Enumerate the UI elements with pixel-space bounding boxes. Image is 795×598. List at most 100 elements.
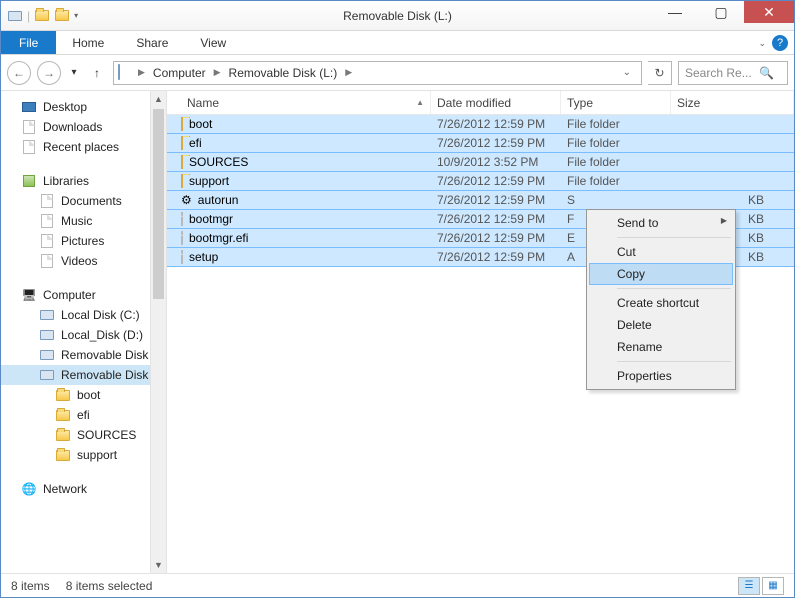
file-row[interactable]: efi7/26/2012 12:59 PMFile folder xyxy=(167,133,794,153)
view-details-button[interactable]: ☰ xyxy=(738,577,760,595)
file-date: 7/26/2012 12:59 PM xyxy=(431,117,561,131)
scroll-down-icon[interactable]: ▼ xyxy=(151,557,166,573)
menu-item-copy[interactable]: Copy xyxy=(589,263,733,285)
nav-item[interactable]: Desktop xyxy=(1,97,166,117)
application-icon xyxy=(181,250,183,264)
tab-view[interactable]: View xyxy=(184,31,242,54)
column-date[interactable]: Date modified xyxy=(431,91,561,114)
file-type: File folder xyxy=(561,174,671,188)
column-headers: Name▲ Date modified Type Size xyxy=(167,91,794,115)
folder-icon xyxy=(181,117,183,131)
file-date: 7/26/2012 12:59 PM xyxy=(431,212,561,226)
up-button[interactable]: ↑ xyxy=(87,66,107,80)
close-button[interactable]: ✕ xyxy=(744,1,794,23)
new-folder-icon[interactable] xyxy=(34,8,50,24)
search-box[interactable]: 🔍 xyxy=(678,61,788,85)
minimize-button[interactable]: — xyxy=(652,1,698,23)
network-icon: 🌐 xyxy=(21,481,37,497)
menu-separator xyxy=(617,288,731,289)
file-date: 7/26/2012 12:59 PM xyxy=(431,174,561,188)
file-name: setup xyxy=(189,250,218,264)
ribbon-expand-icon[interactable]: ⌄ xyxy=(758,38,766,49)
navpane-scrollbar[interactable]: ▲ ▼ xyxy=(150,91,166,573)
desktop-icon xyxy=(21,99,37,115)
breadcrumb[interactable]: ▶ Computer ▶ Removable Disk (L:) ▶ ⌄ xyxy=(113,61,642,85)
qat-dropdown-icon[interactable]: ▾ xyxy=(74,11,78,20)
nav-item[interactable]: boot xyxy=(1,385,166,405)
menu-item-cut[interactable]: Cut xyxy=(589,241,733,263)
maximize-button[interactable]: ▢ xyxy=(698,1,744,23)
scroll-thumb[interactable] xyxy=(153,109,164,299)
menu-item-properties[interactable]: Properties xyxy=(589,365,733,387)
nav-network[interactable]: 🌐Network xyxy=(1,479,166,499)
title-bar: | ▾ Removable Disk (L:) — ▢ ✕ xyxy=(1,1,794,31)
menu-item-rename[interactable]: Rename xyxy=(589,336,733,358)
nav-item[interactable]: Recent places xyxy=(1,137,166,157)
address-dropdown-icon[interactable]: ⌄ xyxy=(617,67,637,78)
nav-item-label: Pictures xyxy=(61,234,104,248)
nav-item[interactable]: Videos xyxy=(1,251,166,271)
file-date: 7/26/2012 12:59 PM xyxy=(431,136,561,150)
nav-libraries[interactable]: Libraries xyxy=(1,171,166,191)
file-size: KB xyxy=(671,193,794,207)
nav-item[interactable]: Local Disk (C:) xyxy=(1,305,166,325)
crumb-computer[interactable]: Computer xyxy=(149,66,210,80)
back-button[interactable]: ← xyxy=(7,61,31,85)
chevron-right-icon[interactable]: ▶ xyxy=(212,67,223,78)
folder-icon xyxy=(21,119,37,135)
nav-item-label: Documents xyxy=(61,194,122,208)
search-input[interactable] xyxy=(685,66,755,80)
nav-item[interactable]: Documents xyxy=(1,191,166,211)
properties-icon[interactable] xyxy=(54,8,70,24)
menu-item-create-shortcut[interactable]: Create shortcut xyxy=(589,292,733,314)
file-name: efi xyxy=(189,136,202,150)
tab-share[interactable]: Share xyxy=(120,31,184,54)
folder-icon xyxy=(181,174,183,188)
crumb-current[interactable]: Removable Disk (L:) xyxy=(225,66,342,80)
nav-item[interactable]: Downloads xyxy=(1,117,166,137)
nav-item[interactable]: SOURCES xyxy=(1,425,166,445)
column-size[interactable]: Size xyxy=(671,91,794,114)
chevron-right-icon[interactable]: ▶ xyxy=(136,67,147,78)
refresh-button[interactable]: ↻ xyxy=(648,61,672,85)
videos-icon xyxy=(39,253,55,269)
file-row[interactable]: SOURCES10/9/2012 3:52 PMFile folder xyxy=(167,152,794,172)
menu-separator xyxy=(617,237,731,238)
menu-item-send-to[interactable]: Send to xyxy=(589,212,733,234)
file-row[interactable]: ⚙autorun7/26/2012 12:59 PMSKB xyxy=(167,190,794,210)
menu-item-delete[interactable]: Delete xyxy=(589,314,733,336)
nav-item[interactable]: Removable Disk ( xyxy=(1,365,166,385)
nav-computer[interactable]: 🖥Computer xyxy=(1,285,166,305)
chevron-right-icon[interactable]: ▶ xyxy=(343,67,354,78)
file-row[interactable]: support7/26/2012 12:59 PMFile folder xyxy=(167,171,794,191)
file-name: SOURCES xyxy=(189,155,248,169)
column-name[interactable]: Name▲ xyxy=(181,91,431,114)
file-type: File folder xyxy=(561,155,671,169)
sort-asc-icon: ▲ xyxy=(416,98,424,107)
nav-item[interactable]: Pictures xyxy=(1,231,166,251)
nav-item[interactable]: Removable Disk ( xyxy=(1,345,166,365)
forward-button[interactable]: → xyxy=(37,61,61,85)
tab-home[interactable]: Home xyxy=(56,31,120,54)
file-row[interactable]: boot7/26/2012 12:59 PMFile folder xyxy=(167,115,794,134)
help-icon[interactable]: ? xyxy=(772,35,788,51)
nav-item-label: Removable Disk ( xyxy=(61,368,156,382)
nav-item-label: SOURCES xyxy=(77,428,136,442)
documents-icon xyxy=(39,193,55,209)
view-icons-button[interactable]: ▦ xyxy=(762,577,784,595)
file-tab[interactable]: File xyxy=(1,31,56,54)
search-icon[interactable]: 🔍 xyxy=(759,66,774,80)
history-dropdown-icon[interactable]: ▾ xyxy=(67,61,81,85)
pictures-icon xyxy=(39,233,55,249)
file-date: 7/26/2012 12:59 PM xyxy=(431,231,561,245)
nav-item[interactable]: efi xyxy=(1,405,166,425)
nav-item[interactable]: support xyxy=(1,445,166,465)
nav-item[interactable]: Music xyxy=(1,211,166,231)
folder-icon xyxy=(181,155,183,169)
scroll-up-icon[interactable]: ▲ xyxy=(151,91,166,107)
nav-item-label: boot xyxy=(77,388,100,402)
nav-item[interactable]: Local_Disk (D:) xyxy=(1,325,166,345)
file-date: 7/26/2012 12:59 PM xyxy=(431,250,561,264)
status-bar: 8 items 8 items selected ☰ ▦ xyxy=(1,573,794,597)
column-type[interactable]: Type xyxy=(561,91,671,114)
